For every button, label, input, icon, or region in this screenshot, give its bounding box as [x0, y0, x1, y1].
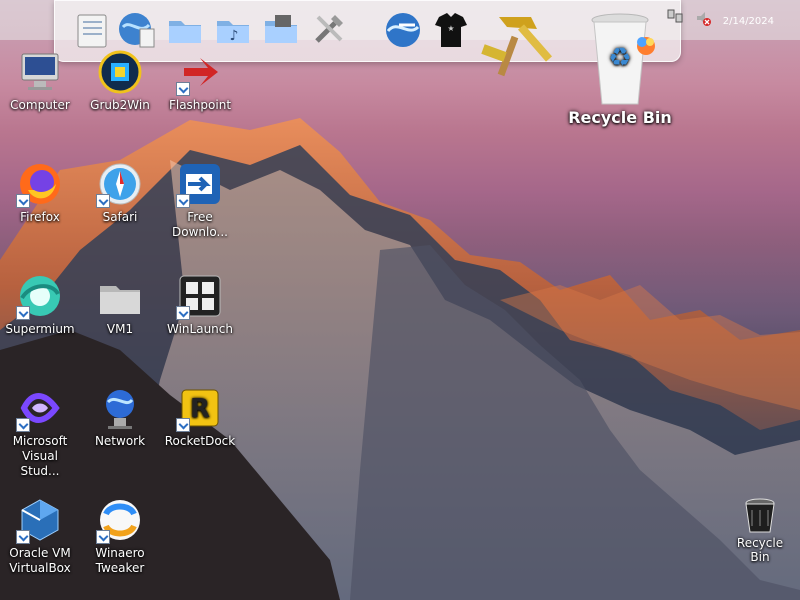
recycle-bin-small[interactable]: Recycle Bin — [728, 496, 792, 564]
globe-documents-icon[interactable] — [115, 7, 159, 53]
rocketdock-icon: R — [176, 384, 224, 432]
desktop-icon-firefox[interactable]: Firefox — [4, 160, 76, 225]
tools-icon[interactable] — [307, 7, 351, 53]
hammer-tools-icon[interactable] — [479, 7, 553, 77]
desktop-icon-label: Oracle VM VirtualBox — [9, 546, 71, 575]
virtualbox-icon — [16, 496, 64, 544]
desktop-icon-winaero-tweaker[interactable]: Winaero Tweaker — [84, 496, 156, 576]
shortcut-arrow-icon — [16, 194, 30, 208]
internet-explorer-icon[interactable] — [381, 7, 425, 53]
apple-menu-icon[interactable] — [14, 6, 40, 32]
desktop-icon-label: VM1 — [106, 322, 134, 336]
desktop-icon-winlaunch[interactable]: WinLaunch — [164, 272, 236, 337]
notepad-icon[interactable] — [71, 7, 115, 53]
desktop-icon-label: Microsoft Visual Stud... — [12, 434, 68, 478]
shortcut-arrow-icon — [176, 82, 190, 96]
shortcut-arrow-icon — [96, 194, 110, 208]
svg-text:R: R — [190, 394, 210, 424]
svg-text:★: ★ — [447, 24, 454, 33]
svg-text:♪: ♪ — [230, 28, 239, 44]
desktop-icon-visual-studio[interactable]: Microsoft Visual Stud... — [4, 384, 76, 479]
svg-text:♻: ♻ — [608, 43, 631, 73]
shortcut-arrow-icon — [16, 306, 30, 320]
desktop-icon-label: Free Downlo... — [172, 210, 228, 239]
desktop-icon-label: Supermium — [5, 322, 75, 336]
flashpoint-icon — [176, 48, 224, 96]
firefox-icon — [16, 160, 64, 208]
desktop-icon-safari[interactable]: Safari — [84, 160, 156, 225]
folder-icon[interactable] — [163, 7, 207, 53]
desktop-icon-free-download-manager[interactable]: Free Downlo... — [164, 160, 236, 240]
pictures-folder-icon[interactable] — [259, 7, 303, 53]
desktop-icon-label: Flashpoint — [168, 98, 232, 112]
desktop-icon-label: Safari — [102, 210, 138, 224]
folder-icon — [96, 272, 144, 320]
shortcut-arrow-icon — [176, 306, 190, 320]
desktop-icon-label: RocketDock — [164, 434, 236, 448]
desktop-icon-label: Network — [94, 434, 146, 448]
volume-muted-icon[interactable] — [694, 8, 712, 28]
computer-icon — [16, 48, 64, 96]
shortcut-arrow-icon — [96, 530, 110, 544]
desktop-icon-rocketdock[interactable]: R RocketDock — [164, 384, 236, 449]
winlaunch-icon — [176, 272, 224, 320]
desktop-icon-label: Winaero Tweaker — [95, 546, 145, 575]
grub2win-icon — [96, 48, 144, 96]
desktop-icon-label: WinLaunch — [167, 322, 233, 336]
recycle-bin-label: Recycle Bin — [568, 108, 672, 127]
visual-studio-icon — [16, 384, 64, 432]
supermium-icon — [16, 272, 64, 320]
safari-icon — [96, 160, 144, 208]
clock[interactable]: 2/14/2024 — [723, 16, 774, 27]
shortcut-arrow-icon — [176, 194, 190, 208]
shortcut-arrow-icon — [176, 418, 190, 432]
shortcut-arrow-icon — [16, 530, 30, 544]
network-icon — [96, 384, 144, 432]
recycle-bin-icon — [740, 496, 780, 536]
free-download-manager-icon — [176, 160, 224, 208]
desktop-icon-label: Firefox — [20, 210, 60, 224]
recycle-bin-label: Recycle Bin — [736, 536, 784, 564]
desktop-icon-flashpoint[interactable]: Flashpoint — [164, 48, 236, 113]
desktop-icon-grub2win[interactable]: Grub2Win — [84, 48, 156, 113]
music-folder-icon[interactable]: ♪ — [211, 7, 255, 53]
desktop-icon-label: Grub2Win — [90, 98, 150, 112]
desktop-icon-oracle-virtualbox[interactable]: Oracle VM VirtualBox — [4, 496, 76, 576]
desktop-icon-label: Computer — [10, 98, 70, 112]
recycle-bin-large[interactable]: ♻ Recycle Bin — [560, 8, 680, 127]
winaero-tweaker-icon — [96, 496, 144, 544]
desktop-icon-network[interactable]: Network — [84, 384, 156, 449]
tshirt-icon[interactable]: ★ — [429, 7, 473, 53]
recycle-bin-icon: ♻ — [584, 8, 656, 108]
desktop-icon-supermium[interactable]: Supermium — [4, 272, 76, 337]
shortcut-arrow-icon — [16, 418, 30, 432]
desktop-icon-vm1[interactable]: VM1 — [84, 272, 156, 337]
desktop-icon-computer[interactable]: Computer — [4, 48, 76, 113]
